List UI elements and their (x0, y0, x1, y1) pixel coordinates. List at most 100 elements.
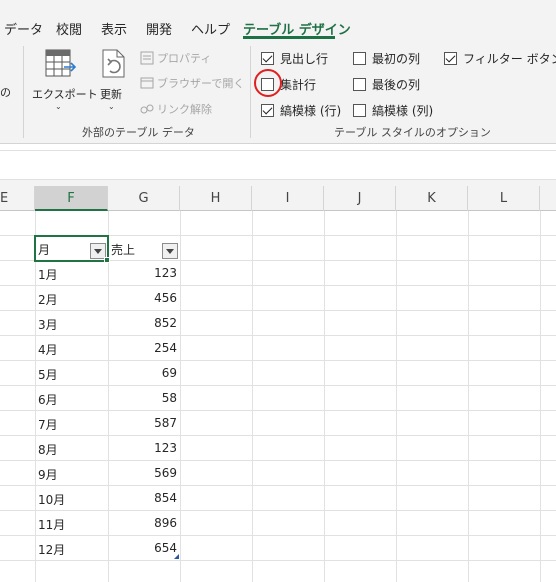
properties-icon (140, 51, 154, 65)
column-header-j[interactable]: J (324, 186, 396, 211)
export-button[interactable] (44, 47, 78, 81)
grid-line (0, 335, 556, 336)
properties-button[interactable]: プロパティ (140, 50, 211, 66)
worksheet-grid[interactable] (0, 211, 556, 582)
column-header-l[interactable]: L (468, 186, 540, 211)
active-tab-indicator (243, 36, 335, 39)
tab-view[interactable]: 表示 (101, 19, 127, 38)
cell-sales[interactable]: 654 (108, 541, 177, 555)
cell-sales[interactable]: 852 (108, 316, 177, 330)
cell-sales[interactable]: 569 (108, 466, 177, 480)
cell-month[interactable]: 6月 (38, 391, 58, 408)
table-resize-handle[interactable] (174, 554, 179, 559)
open-in-browser-icon (140, 77, 154, 89)
grid-line (0, 385, 556, 386)
filter-button-option[interactable]: フィルター ボタン (444, 50, 556, 67)
first-column-checkbox[interactable] (353, 52, 366, 65)
banded-columns-label: 縞模様 (列) (372, 104, 434, 118)
group-separator (23, 46, 24, 138)
previous-group-partial-label: の (0, 86, 11, 99)
cell-month[interactable]: 1月 (38, 266, 58, 283)
header-row-option[interactable]: 見出し行 (261, 50, 328, 67)
grid-line (0, 360, 556, 361)
column-header-i[interactable]: I (252, 186, 324, 211)
ribbon-tab-bar: データ 校閲 表示 開発 ヘルプ テーブル デザイン (0, 0, 556, 40)
tab-data[interactable]: データ (4, 19, 43, 38)
cell-sales[interactable]: 58 (108, 391, 177, 405)
grid-line (180, 211, 181, 582)
filter-dropdown-icon[interactable] (162, 243, 178, 259)
cell-month[interactable]: 8月 (38, 441, 58, 458)
last-column-option[interactable]: 最後の列 (353, 76, 420, 93)
cell-sales[interactable]: 854 (108, 491, 177, 505)
unlink-button[interactable]: リンク解除 (140, 101, 212, 117)
cell-sales[interactable]: 123 (108, 441, 177, 455)
cell-month[interactable]: 3月 (38, 316, 58, 333)
cell-sales[interactable]: 896 (108, 516, 177, 530)
grid-line (540, 211, 541, 582)
refresh-label[interactable]: 更新 (100, 86, 122, 102)
banded-rows-option[interactable]: 縞模様 (行) (261, 102, 341, 119)
cell-month[interactable]: 12月 (38, 541, 65, 558)
first-column-option[interactable]: 最初の列 (353, 50, 420, 67)
cell-month[interactable]: 4月 (38, 341, 58, 358)
column-header-row: E F G H I J K L (0, 186, 556, 211)
cell-month[interactable]: 11月 (38, 516, 65, 533)
first-column-label: 最初の列 (372, 52, 421, 66)
cell-month[interactable]: 9月 (38, 466, 58, 483)
cell-month[interactable]: 7月 (38, 416, 58, 433)
grid-line (0, 485, 556, 486)
export-table-icon (45, 49, 77, 77)
cell-sales[interactable]: 456 (108, 291, 177, 305)
column-header-f[interactable]: F (35, 186, 108, 211)
grid-line (0, 510, 556, 511)
total-row-label: 集計行 (280, 78, 317, 92)
column-header-e[interactable]: E (0, 186, 35, 211)
cell-month[interactable]: 5月 (38, 366, 58, 383)
unlink-label: リンク解除 (157, 103, 212, 116)
grid-line (468, 211, 469, 582)
filter-button-checkbox[interactable] (444, 52, 457, 65)
filter-button-label: フィルター ボタン (463, 52, 556, 66)
cell-month[interactable]: 2月 (38, 291, 58, 308)
banded-columns-checkbox[interactable] (353, 104, 366, 117)
cell-sales[interactable]: 254 (108, 341, 177, 355)
grid-line (0, 310, 556, 311)
formula-bar[interactable] (0, 150, 556, 180)
cell-sales[interactable]: 123 (108, 266, 177, 280)
grid-line (0, 410, 556, 411)
refresh-button[interactable] (98, 47, 132, 81)
grid-line (0, 535, 556, 536)
cell-sales[interactable]: 587 (108, 416, 177, 430)
cell-month[interactable]: 10月 (38, 491, 65, 508)
grid-line (0, 435, 556, 436)
header-row-checkbox[interactable] (261, 52, 274, 65)
refresh-icon (102, 49, 125, 78)
tab-developer[interactable]: 開発 (146, 19, 172, 38)
tab-help[interactable]: ヘルプ (191, 19, 230, 38)
grid-line (252, 211, 253, 582)
grid-line (324, 211, 325, 582)
properties-label: プロパティ (157, 52, 212, 65)
column-header-g[interactable]: G (108, 186, 180, 211)
export-label[interactable]: エクスポート (32, 86, 98, 102)
banded-rows-checkbox[interactable] (261, 104, 274, 117)
highlight-circle (254, 69, 282, 97)
grid-line (0, 460, 556, 461)
chevron-down-icon[interactable]: ⌄ (55, 102, 62, 111)
open-in-browser-button[interactable]: ブラウザーで開く (140, 75, 244, 91)
table-header-sales[interactable]: 売上 (111, 241, 135, 258)
banded-rows-label: 縞模様 (行) (280, 104, 342, 118)
fill-handle[interactable] (104, 257, 110, 263)
external-data-group-label: 外部のテーブル データ (82, 126, 195, 139)
column-header-k[interactable]: K (396, 186, 468, 211)
tab-review[interactable]: 校閲 (56, 19, 82, 38)
open-in-browser-label: ブラウザーで開く (157, 77, 245, 90)
banded-columns-option[interactable]: 縞模様 (列) (353, 102, 433, 119)
last-column-checkbox[interactable] (353, 78, 366, 91)
cell-sales[interactable]: 69 (108, 366, 177, 380)
grid-line (0, 560, 556, 561)
chevron-down-icon[interactable]: ⌄ (108, 102, 115, 111)
active-cell-border (34, 235, 109, 262)
column-header-h[interactable]: H (180, 186, 252, 211)
